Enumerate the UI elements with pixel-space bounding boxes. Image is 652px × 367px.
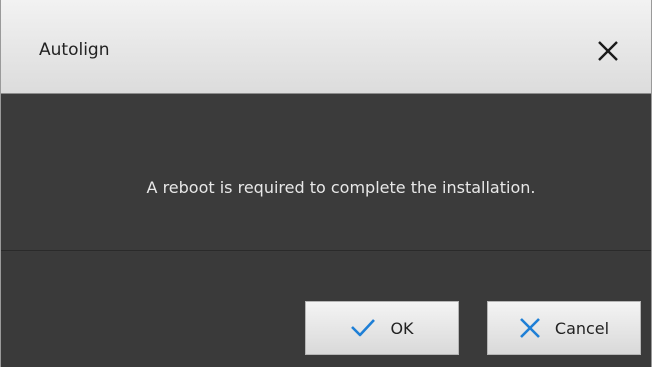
cancel-button-label: Cancel [554, 318, 610, 338]
ok-button[interactable]: OK [305, 301, 459, 355]
title-bar: Autolign [1, 0, 651, 94]
checkmark-icon [350, 318, 376, 338]
message-area: A reboot is required to complete the ins… [1, 94, 651, 251]
close-button[interactable] [593, 36, 623, 66]
cross-icon [519, 317, 541, 339]
button-bar: OK Cancel [1, 252, 651, 367]
close-icon [593, 36, 623, 66]
dialog-window: Autolign A reboot is required to complet… [0, 0, 652, 367]
cancel-button[interactable]: Cancel [487, 301, 641, 355]
ok-button-label: OK [390, 318, 414, 338]
dialog-message: A reboot is required to complete the ins… [146, 178, 536, 197]
dialog-title: Autolign [39, 40, 110, 60]
